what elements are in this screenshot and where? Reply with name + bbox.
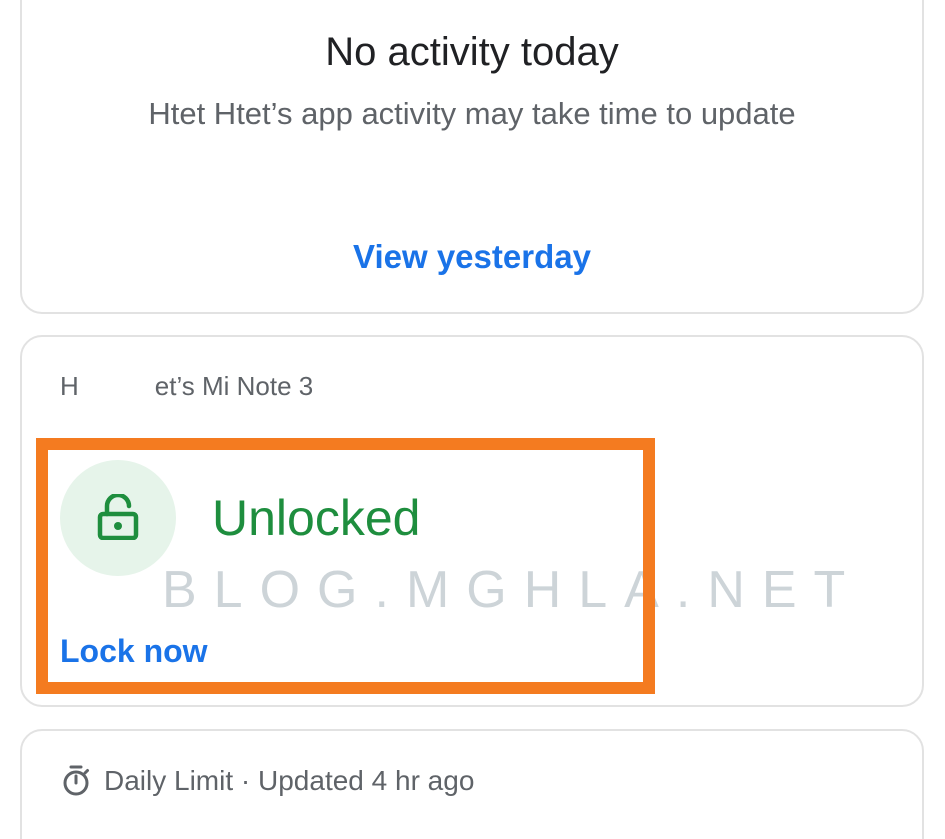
- family-link-screen: No activity today Htet Htet’s app activi…: [0, 0, 945, 839]
- device-name-suffix: et’s Mi Note 3: [154, 371, 314, 401]
- lock-now-button[interactable]: Lock now: [60, 633, 208, 670]
- activity-subtitle: Htet Htet’s app activity may take time t…: [148, 96, 796, 131]
- unlocked-padlock-icon: [97, 494, 139, 540]
- activity-title: No activity today: [325, 30, 619, 74]
- device-card: Het’s Mi Note 3 Unlocked BLOG.MGHLA.NET …: [20, 335, 924, 707]
- view-yesterday-link[interactable]: View yesterday: [22, 238, 922, 276]
- daily-limit-row: Daily Limit · Updated 4 hr ago: [62, 765, 474, 797]
- lock-status-circle: [60, 460, 176, 576]
- daily-limit-card[interactable]: Daily Limit · Updated 4 hr ago: [20, 729, 924, 839]
- device-name: Het’s Mi Note 3: [60, 371, 314, 404]
- daily-limit-label: Daily Limit · Updated 4 hr ago: [104, 765, 475, 796]
- device-name-prefix: H: [60, 371, 79, 401]
- stopwatch-icon: [63, 765, 89, 796]
- watermark-text: BLOG.MGHLA.NET: [162, 561, 863, 619]
- redaction-block: [78, 373, 155, 404]
- activity-card: No activity today Htet Htet’s app activi…: [20, 0, 924, 314]
- lock-status-label: Unlocked: [212, 490, 421, 546]
